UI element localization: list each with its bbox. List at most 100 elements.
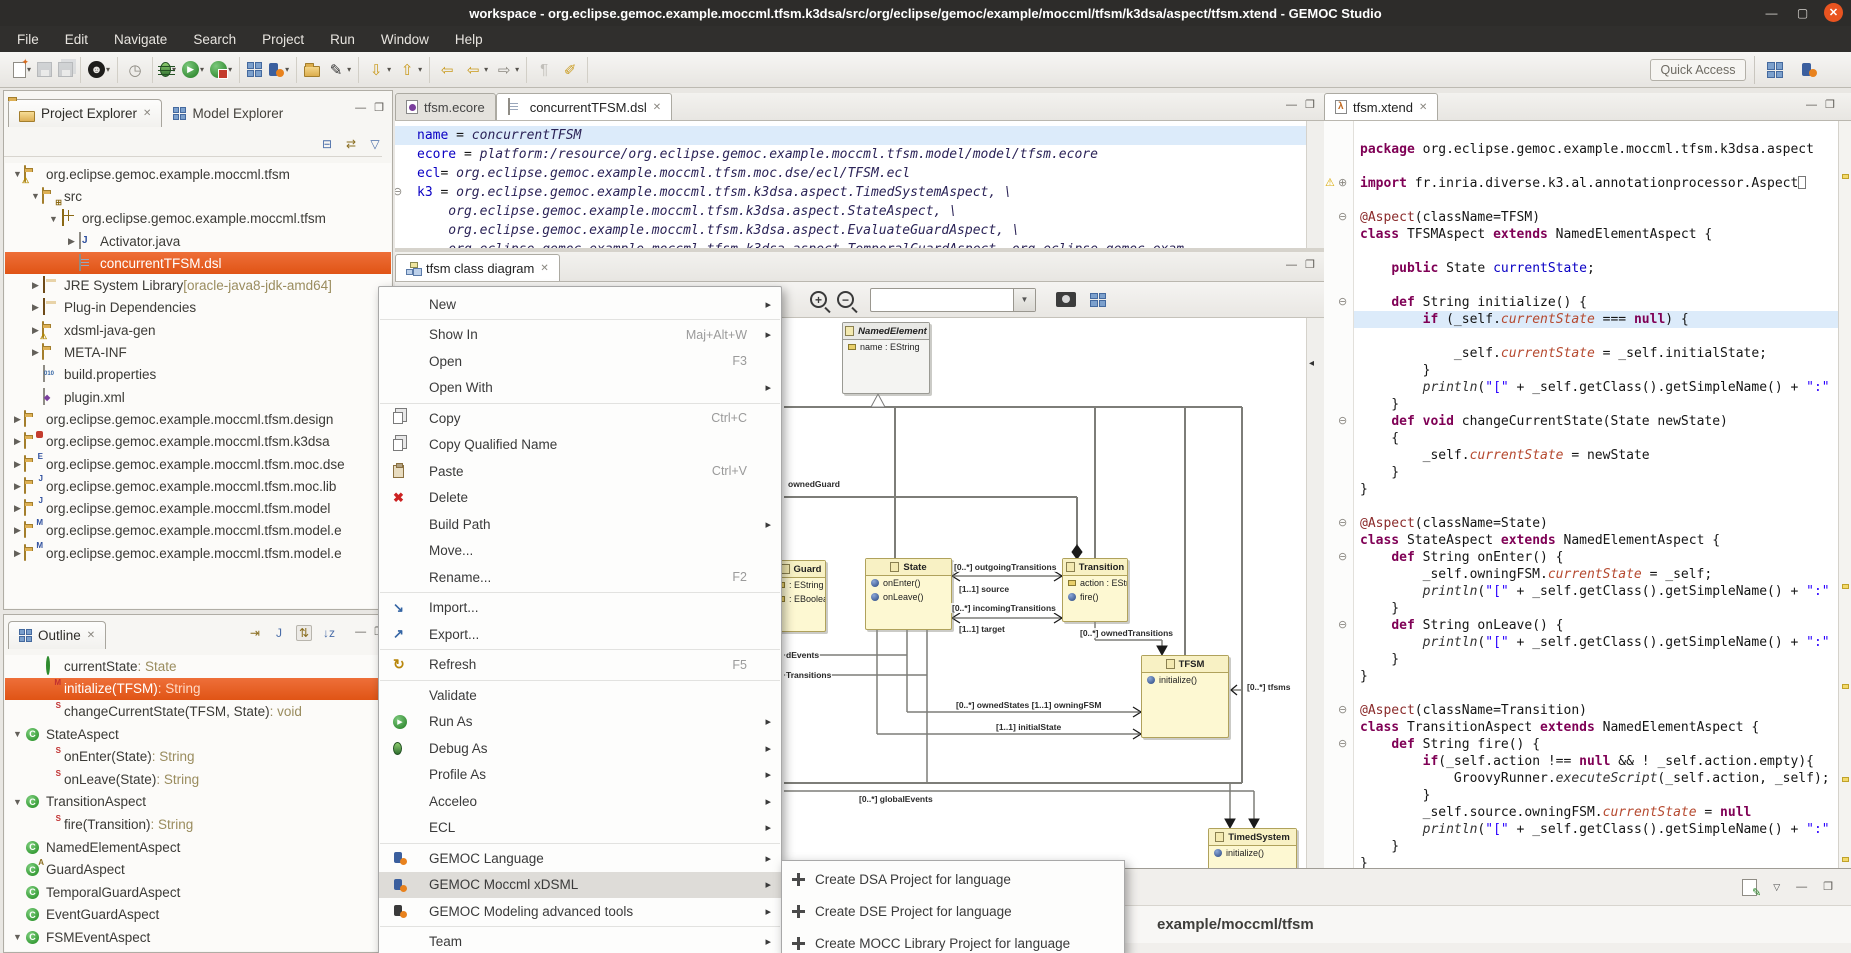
zoom-level-combo[interactable]: ▼ [870,288,1036,312]
tree-item-org-eclipse-gemoc-example-moccml-tfsm-model-e[interactable]: ▶Morg.eclipse.gemoc.example.moccml.tfsm.… [5,542,391,564]
tree-item-onenter-state[interactable]: SonEnter(State) : String [5,745,391,768]
menubar-item-help[interactable]: Help [442,26,496,52]
link-with-editor-icon[interactable]: ⇄ [344,137,358,151]
expand-arrow-icon[interactable]: ▶ [29,302,42,313]
dsl-editor-scrollbar[interactable] [1306,121,1324,248]
menu-item-gemoc-language[interactable]: GEMOC Language▸ [379,845,781,872]
tree-item-namedelementaspect[interactable]: CNamedElementAspect [5,836,391,859]
expand-arrow-icon[interactable]: ▼ [11,797,24,807]
minimize-view-icon[interactable]: — [355,627,366,638]
tree-item-build-properties[interactable]: 010build.properties [5,364,391,386]
tree-item-jre-system-library[interactable]: ▶JRE System Library [oracle-java8-jdk-am… [5,274,391,296]
overview-mark[interactable] [1842,684,1849,689]
submenu-item-create-mocc-library-project-for-language[interactable]: Create MOCC Library Project for language [782,927,1124,953]
close-tab-icon[interactable]: ✕ [540,263,548,274]
zoom-combo-field[interactable] [871,289,1013,311]
quick-access-button[interactable]: Quick Access [1650,59,1746,81]
tab-outline[interactable]: Outline✕ [8,621,106,649]
fold-marker-icon[interactable]: ⊖ [1338,737,1347,750]
fold-marker-icon[interactable]: ⊖ [395,185,402,198]
overview-mark[interactable] [1842,584,1849,589]
menu-item-delete[interactable]: ✖Delete [379,485,781,512]
export-image-icon[interactable] [1056,292,1076,307]
expand-arrow-icon[interactable]: ▶ [11,525,24,536]
menubar-item-edit[interactable]: Edit [52,26,101,52]
collapse-all-icon[interactable]: ⊟ [320,137,334,151]
tab-tfsm-xtend[interactable]: tfsm.xtend✕ [1324,93,1438,120]
toolbar-new-wizard-button[interactable]: ▾ [11,60,33,80]
tab-tfsm-ecore[interactable]: tfsm.ecore [395,93,496,120]
menu-item-paste[interactable]: PasteCtrl+V [379,458,781,485]
toolbar-save-button[interactable] [35,60,54,79]
dropdown-arrow-icon[interactable]: ▾ [106,65,110,74]
menu-item-acceleo[interactable]: Acceleo▸ [379,788,781,815]
menu-item-move[interactable]: Move... [379,538,781,565]
menu-item-rename[interactable]: Rename...F2 [379,564,781,591]
toolbar-debug-button[interactable]: ▾ [158,60,178,79]
maximize-editor-icon[interactable]: ❐ [1825,100,1835,111]
expand-arrow-icon[interactable]: ▶ [29,347,42,358]
toolbar-save-all-button[interactable] [56,60,75,79]
menu-item-team[interactable]: Team▸ [379,929,781,953]
tree-item-org-eclipse-gemoc-example-moccml-tfsm[interactable]: ▼⚠org.eclipse.gemoc.example.moccml.tfsm [5,163,391,185]
toolbar-new-java-app-button[interactable] [245,60,264,79]
tree-item-onleave-state[interactable]: SonLeave(State) : String [5,768,391,791]
tree-item-concurrenttfsm-dsl[interactable]: concurrentTFSM.dsl [5,252,391,274]
tree-item-org-eclipse-gemoc-example-moccml-tfsm-model[interactable]: ▶Jorg.eclipse.gemoc.example.moccml.tfsm.… [5,497,391,519]
menubar-item-navigate[interactable]: Navigate [101,26,180,52]
menu-item-gemoc-moccml-xdsml[interactable]: GEMOC Moccml xDSML▸ [379,872,781,899]
tree-item-org-eclipse-gemoc-example-moccml-tfsm-design[interactable]: ▶org.eclipse.gemoc.example.moccml.tfsm.d… [5,408,391,430]
tree-item-guardaspect[interactable]: CAGuardAspect [5,858,391,881]
zoom-in-icon[interactable]: + [810,291,827,308]
overview-ruler[interactable] [1838,121,1851,868]
minimize-editor-icon[interactable]: — [1286,260,1297,271]
expand-arrow-icon[interactable]: ▶ [11,503,24,514]
toolbar-back-button[interactable]: ⇦▾ [461,58,490,82]
menu-item-new[interactable]: New▸ [379,291,781,318]
fold-marker-icon[interactable]: ⊖ [1338,618,1347,631]
expand-arrow-icon[interactable]: ▼ [29,191,42,201]
toolbar-gemoc-launch-button[interactable]: ▾ [266,60,291,80]
tree-item-org-eclipse-gemoc-example-moccml-tfsm-moc-lib[interactable]: ▶Jorg.eclipse.gemoc.example.moccml.tfsm.… [5,475,391,497]
tab-model-explorer[interactable]: Model Explorer [162,99,294,127]
expand-arrow-icon[interactable]: ▼ [11,729,24,739]
dropdown-arrow-icon[interactable]: ▾ [484,65,488,74]
overview-mark[interactable] [1842,777,1849,782]
tree-item-xdsml-java-gen[interactable]: ▶⚠xdsml-java-gen [5,319,391,341]
toolbar-highlighter-button[interactable]: ✐ [558,58,582,82]
open-perspective-icon[interactable] [1763,58,1787,82]
toolbar-show-whitespace-button[interactable]: ¶ [532,58,556,82]
gemoc-perspective-icon[interactable] [1797,58,1821,82]
combo-dropdown-icon[interactable]: ▼ [1013,289,1035,311]
close-tab-icon[interactable]: ✕ [87,630,95,641]
fold-marker-icon[interactable]: ⊕ [1338,176,1347,189]
tree-item-currentstate[interactable]: currentState : State [5,655,391,678]
hide-fields-icon[interactable]: J [272,626,286,640]
xtend-editor[interactable]: package org.eclipse.gemoc.example.moccml… [1354,121,1838,868]
menu-item-build-path[interactable]: Build Path▸ [379,511,781,538]
close-icon[interactable]: ✕ [1824,3,1843,22]
close-tab-icon[interactable]: ✕ [1419,102,1427,113]
tree-item-activator-java[interactable]: ▶JActivator.java [5,230,391,252]
tree-item-fire-transition[interactable]: Sfire(Transition) : String [5,813,391,836]
menu-item-copy[interactable]: CopyCtrl+C [379,405,781,432]
toolbar-profile-button[interactable]: ◷ [123,58,147,82]
fold-marker-icon[interactable]: ⊖ [1338,295,1347,308]
toolbar-open-resource-button[interactable] [302,60,322,79]
overview-mark[interactable] [1842,857,1849,862]
toolbar-mark-occurrences-button[interactable]: ✎▾ [324,58,353,82]
expand-arrow-icon[interactable]: ▶ [29,280,42,291]
sort-az-icon[interactable]: ↓z [322,626,336,640]
fold-marker-icon[interactable]: ⊖ [1338,550,1347,563]
expand-arrow-icon[interactable]: ▶ [11,481,24,492]
maximize-view-icon[interactable]: ❐ [374,103,384,114]
tab-tfsm-class-diagram[interactable]: tfsm class diagram✕ [395,254,560,281]
menu-item-profile-as[interactable]: Profile As▸ [379,762,781,789]
tree-item-plugin-xml[interactable]: ◆plugin.xml [5,386,391,408]
minimize-editor-icon[interactable]: — [1806,100,1817,111]
dropdown-arrow-icon[interactable]: ▾ [285,65,289,74]
menu-item-ecl[interactable]: ECL▸ [379,815,781,842]
toolbar-account-button[interactable]: ☻▾ [86,59,112,80]
toolbar-last-edit-button[interactable]: ⇦ [435,58,459,82]
view-menu-icon[interactable]: ▽ [368,137,382,151]
